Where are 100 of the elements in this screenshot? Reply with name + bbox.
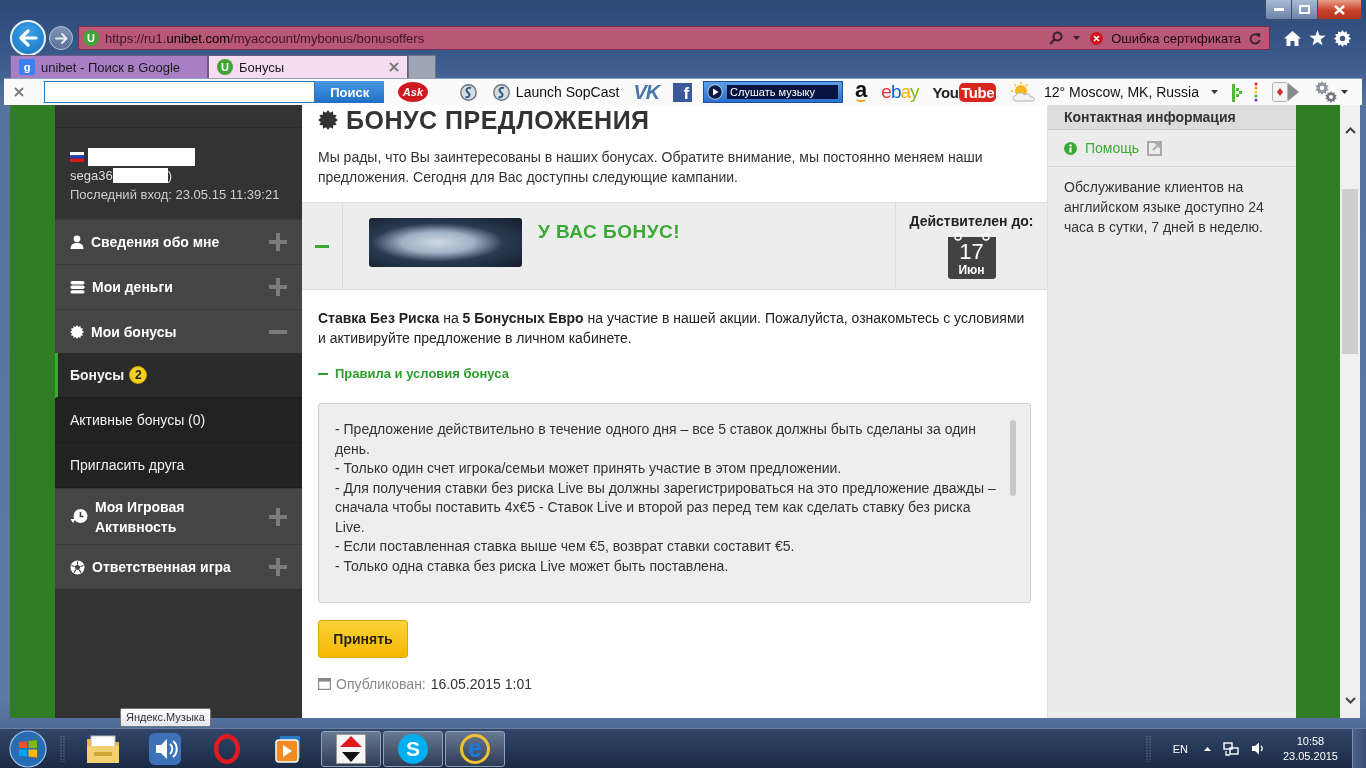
terms-line: - Только одна ставка без риска Live может быть поставлена. — [335, 556, 730, 576]
calendar-day: 17 — [959, 241, 984, 263]
chevron-up-icon[interactable] — [1344, 127, 1356, 134]
accept-button[interactable]: Принять — [318, 620, 408, 658]
error-icon — [1090, 31, 1104, 45]
offer-headline: У ВАС БОНУС! — [538, 221, 681, 244]
start-button[interactable] — [8, 729, 48, 768]
browser-tab[interactable]: U Бонусы — [208, 55, 408, 78]
refresh-icon[interactable] — [1249, 31, 1261, 45]
address-field[interactable]: U https://ru1.unibet.com/myaccount/mybonus/bonusoffers Ошибка сертификата — [78, 26, 1270, 50]
playing-card-icon[interactable] — [1272, 82, 1288, 102]
browser-tab[interactable]: g unibet - Поиск в Google — [10, 55, 208, 78]
search-field[interactable] — [44, 81, 316, 103]
close-icon[interactable] — [14, 87, 24, 97]
dots-icon[interactable] — [1254, 82, 1258, 102]
scrollbar-thumb[interactable] — [1342, 189, 1358, 354]
back-arrow-icon — [18, 29, 38, 47]
settings-icon[interactable] — [1315, 81, 1337, 103]
star-icon[interactable] — [1309, 30, 1326, 46]
terms-line: - Только один счет игрока/семьи может принять участие в этом предложении. — [335, 459, 843, 478]
page-scrollbar[interactable] — [1340, 105, 1360, 718]
close-button[interactable] — [1318, 0, 1361, 19]
maximize-icon — [1299, 5, 1310, 14]
toolbar-button[interactable]: Launch SopCast — [492, 83, 620, 101]
arrow-right-icon[interactable] — [1288, 83, 1299, 101]
language-indicator[interactable]: EN — [1172, 742, 1188, 755]
close-tab-icon[interactable] — [389, 62, 399, 72]
search-icon[interactable] — [1049, 31, 1064, 45]
plus-icon[interactable] — [269, 507, 287, 526]
submenu-item[interactable]: Активные бонусы (0) — [55, 398, 302, 443]
calendar-month: Июн — [958, 263, 985, 278]
up-down-arrows-icon — [336, 733, 366, 764]
terms-line: - Для получения ставки без риска Live вы должны зарегистрироваться на это предложение дважды – сначала чтобы поставить 4x€5 - Ставок Live и второй раз перед тем как сделать ставку без риска Live. — [335, 478, 997, 537]
chevron-down-icon[interactable] — [1344, 697, 1356, 704]
coins-icon — [70, 280, 85, 294]
last-login-text: Последний вход: 23.05.15 11:39:21 — [70, 186, 281, 204]
gripper-icon — [1145, 734, 1151, 763]
minus-icon[interactable] — [269, 329, 287, 334]
skype-logo: S — [398, 733, 428, 764]
menu-item[interactable]: Ответственная игра — [55, 544, 302, 589]
plus-icon[interactable] — [269, 558, 287, 576]
back-button[interactable] — [10, 20, 46, 56]
scrollbar-thumb[interactable] — [1010, 420, 1016, 496]
maximize-button[interactable] — [1292, 0, 1318, 19]
username-text: ) — [167, 168, 172, 183]
tooltip: Яндекс.Музыка — [120, 708, 211, 727]
speaker-icon — [149, 732, 181, 765]
equalizer-icon[interactable] — [1232, 82, 1242, 102]
home-icon[interactable] — [1284, 30, 1301, 46]
count-badge: 2 — [129, 366, 148, 384]
close-icon — [1334, 4, 1345, 15]
clock-date[interactable]: 23.05.2015 — [1282, 748, 1338, 764]
redaction-block — [112, 168, 168, 183]
calendar-rings-icon — [953, 233, 990, 241]
person-icon — [70, 235, 84, 249]
plus-icon[interactable] — [269, 233, 287, 251]
settings-icon[interactable] — [1334, 29, 1351, 47]
ring-icon — [214, 733, 240, 764]
search-button[interactable]: Поиск — [315, 81, 385, 103]
ebay-logo[interactable]: ebay — [881, 81, 919, 103]
clock-time[interactable]: 10:58 — [1296, 733, 1325, 749]
offer-description: Ставка Без Риска на 5 Бонусных Евро на участие в нашей акции. Пожалуйста, ознакомьтесь с условиями и активируйте предложение в личном кабинете. — [318, 309, 1026, 348]
amazon-logo[interactable]: a — [855, 81, 868, 103]
menu-item[interactable]: Моя Игровая Активность — [55, 488, 302, 544]
terms-line: - Предложение действительно в течение одного дня – все 5 ставок должны быть сделаны за один день. — [335, 420, 977, 459]
url-text: https://ru1.unibet.com/myaccount/mybonus/bonusoffers — [105, 30, 425, 46]
plus-icon[interactable] — [269, 278, 287, 296]
menu-item[interactable]: Мои деньги — [55, 264, 302, 309]
music-button[interactable]: Слушать музыку — [703, 81, 844, 103]
ask-logo[interactable]: Ask — [398, 82, 428, 102]
minimize-button[interactable] — [1266, 0, 1292, 19]
taskbar-app-button[interactable] — [321, 730, 381, 767]
published-label: Опубликован: — [336, 676, 426, 692]
show-desktop-button[interactable] — [1352, 729, 1366, 768]
vk-logo[interactable]: VK — [633, 80, 660, 104]
caret-icon — [1211, 90, 1218, 94]
swirl-icon[interactable] — [459, 83, 477, 101]
menu-item[interactable]: Мои бонусы — [55, 309, 302, 353]
windows-logo-icon — [9, 729, 47, 768]
forward-button[interactable] — [49, 26, 73, 50]
panel-header: Контактная информация — [1048, 105, 1296, 130]
certificate-error-label[interactable]: Ошибка сертификата — [1111, 30, 1241, 46]
swirl-icon — [492, 83, 510, 101]
caret-icon[interactable] — [1341, 90, 1348, 94]
network-icon[interactable] — [1222, 741, 1239, 756]
weather-dropdown[interactable]: 12° Moscow, MK, Russia — [1010, 82, 1218, 102]
weather-icon — [1010, 82, 1038, 102]
menu-item[interactable]: Сведения обо мне — [55, 219, 302, 264]
badge-icon — [318, 110, 338, 130]
submenu-item[interactable]: Пригласить друга — [55, 443, 302, 488]
username-text: sega36 — [70, 168, 113, 183]
ball-icon — [70, 559, 85, 575]
support-hours-text: Обслуживание клиентов на английском языке доступно 24 часа в сутки, 7 дней в неделю. — [1063, 178, 1265, 237]
folder-icon — [86, 733, 120, 764]
forward-arrow-icon — [54, 32, 68, 44]
play-icon — [707, 84, 724, 100]
caret-up-icon[interactable] — [1203, 746, 1211, 751]
volume-icon[interactable] — [1250, 742, 1265, 755]
submenu-item[interactable]: Бонусы 2 — [55, 353, 302, 398]
facebook-logo[interactable]: f — [673, 82, 693, 102]
